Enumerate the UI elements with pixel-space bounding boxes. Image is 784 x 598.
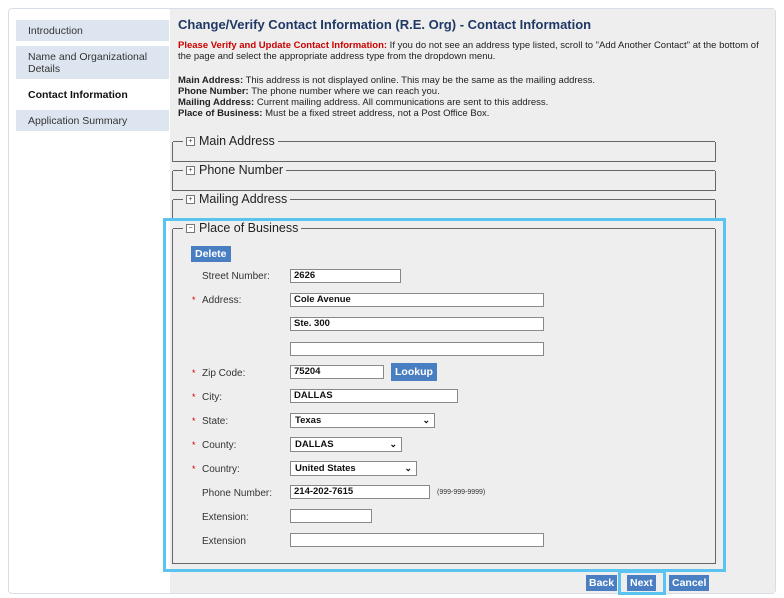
address-line3-input[interactable]: [290, 342, 544, 356]
phone-format-hint: (999-999-9999): [437, 489, 486, 496]
instruction-heading: Please Verify and Update Contact Informa…: [178, 40, 388, 51]
definition-main-address: Main Address: This address is not displa…: [178, 75, 768, 86]
required-marker: *: [192, 464, 196, 474]
section-header-phone-number[interactable]: + Phone Number: [183, 163, 287, 178]
chevron-down-icon: ⌄: [389, 439, 397, 449]
definition-term: Main Address:: [178, 75, 244, 86]
required-marker: *: [192, 368, 196, 378]
required-marker: *: [192, 392, 196, 402]
definition-mailing-address: Mailing Address: Current mailing address…: [178, 97, 768, 108]
expand-icon[interactable]: +: [186, 137, 195, 146]
city-label: City:: [202, 392, 222, 403]
section-header-main-address[interactable]: + Main Address: [183, 134, 278, 149]
instructions: Please Verify and Update Contact Informa…: [178, 40, 768, 62]
back-button[interactable]: Back: [586, 575, 618, 591]
section-header-mailing-address[interactable]: + Mailing Address: [183, 192, 291, 207]
definition-term: Phone Number:: [178, 86, 249, 97]
required-marker: *: [192, 295, 196, 305]
expand-icon[interactable]: +: [186, 195, 195, 204]
definition-term: Mailing Address:: [178, 97, 255, 108]
country-label: Country:: [202, 464, 240, 475]
state-label: State:: [202, 416, 229, 427]
address-label: Address:: [202, 295, 242, 306]
section-title: Main Address: [199, 134, 275, 148]
definition-phone-number: Phone Number: The phone number where we …: [178, 86, 768, 97]
definition-text: The phone number where we can reach you.: [248, 86, 440, 97]
chevron-down-icon: ⌄: [422, 415, 430, 425]
country-select[interactable]: United States ⌄: [290, 461, 417, 476]
definition-text: Must be a fixed street address, not a Po…: [262, 108, 490, 119]
extension-input[interactable]: [290, 509, 372, 523]
expand-icon[interactable]: +: [186, 166, 195, 175]
street-number-label: Street Number:: [202, 271, 270, 282]
street-number-input[interactable]: 2626: [290, 269, 401, 283]
page-title: Change/Verify Contact Information (R.E. …: [178, 17, 592, 32]
section-phone-number: + Phone Number: [172, 163, 716, 191]
definition-text: This address is not displayed online. Th…: [243, 75, 595, 86]
section-main-address: + Main Address: [172, 134, 716, 162]
sidebar: Introduction Name and Organizational Det…: [16, 20, 169, 136]
required-marker: *: [192, 416, 196, 426]
cancel-button[interactable]: Cancel: [669, 575, 710, 591]
definition-text: Current mailing address. All communicati…: [254, 97, 549, 108]
county-select[interactable]: DALLAS ⌄: [290, 437, 402, 452]
required-marker: *: [192, 440, 196, 450]
sidebar-item-contact-information[interactable]: Contact Information: [16, 84, 169, 105]
section-mailing-address: + Mailing Address: [172, 192, 716, 220]
section-title: Phone Number: [199, 163, 284, 177]
sidebar-item-introduction[interactable]: Introduction: [16, 20, 169, 41]
extension-input-2[interactable]: [290, 533, 544, 547]
address-line1-input[interactable]: Cole Avenue: [290, 293, 544, 307]
sidebar-item-name-and-organizational-details[interactable]: Name and Organizational Details: [16, 46, 169, 79]
county-selected-value: DALLAS: [295, 439, 334, 450]
zip-code-input[interactable]: 75204: [290, 365, 384, 379]
definition-place-of-business: Place of Business: Must be a fixed stree…: [178, 108, 768, 119]
lookup-button[interactable]: Lookup: [391, 363, 437, 381]
zip-code-label: Zip Code:: [202, 368, 246, 379]
state-select[interactable]: Texas ⌄: [290, 413, 435, 428]
section-title: Mailing Address: [199, 192, 288, 206]
extension-label-2: Extension: [202, 536, 246, 547]
country-selected-value: United States: [295, 463, 356, 474]
phone-number-input[interactable]: 214-202-7615: [290, 485, 430, 499]
address-line2-input[interactable]: Ste. 300: [290, 317, 544, 331]
city-input[interactable]: DALLAS: [290, 389, 458, 403]
state-selected-value: Texas: [295, 415, 322, 426]
definition-term: Place of Business:: [178, 108, 263, 119]
county-label: County:: [202, 440, 237, 451]
address-type-definitions: Main Address: This address is not displa…: [178, 75, 768, 119]
delete-button[interactable]: Delete: [191, 246, 231, 262]
extension-label: Extension:: [202, 512, 249, 523]
next-button-highlight: [618, 570, 666, 595]
phone-number-label: Phone Number:: [202, 488, 273, 499]
sidebar-item-application-summary[interactable]: Application Summary: [16, 110, 169, 131]
chevron-down-icon: ⌄: [404, 463, 412, 473]
